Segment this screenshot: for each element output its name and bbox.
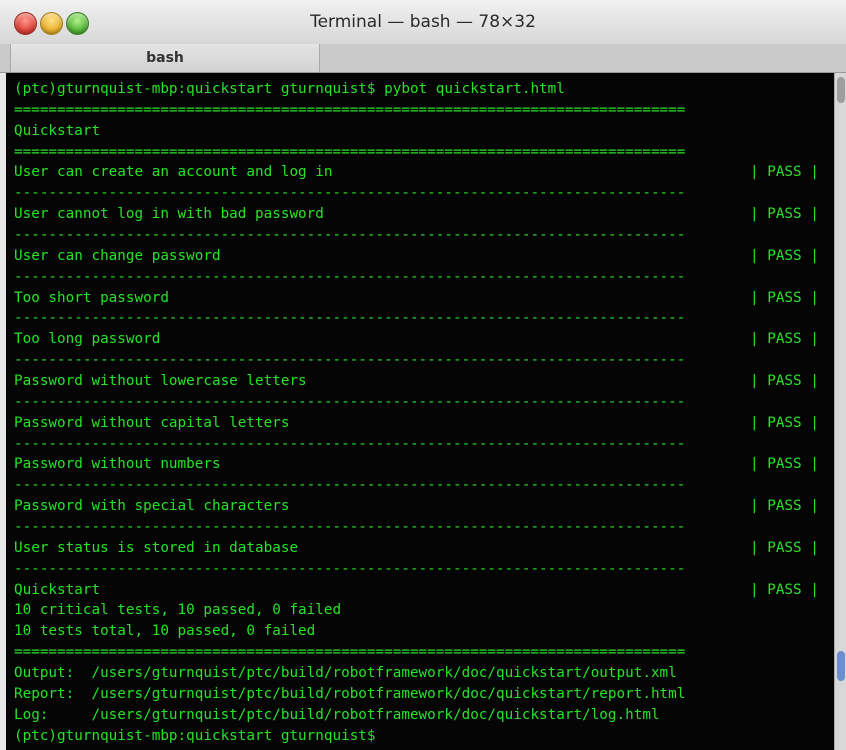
title-bar[interactable]: Terminal — bash — 78×32 — [0, 0, 846, 45]
scroll-thumb[interactable] — [837, 77, 845, 103]
test-name: Password with special characters — [14, 498, 290, 515]
single-rule: ----------------------------------------… — [14, 560, 686, 577]
test-name: Password without lowercase letters — [14, 373, 307, 390]
single-rule: ----------------------------------------… — [14, 352, 686, 369]
test-status: | PASS | — [750, 164, 819, 181]
single-rule: ----------------------------------------… — [14, 435, 686, 452]
output-path: Output: /users/gturnquist/ptc/build/robo… — [14, 665, 677, 682]
test-status: | PASS | — [750, 331, 819, 348]
test-name: User can create an account and log in — [14, 164, 333, 181]
scroll-indicator — [837, 651, 845, 681]
suite-result-row: Quickstart | PASS | — [14, 580, 834, 601]
single-rule: ----------------------------------------… — [14, 185, 686, 202]
test-name: Too short password — [14, 289, 169, 306]
single-rule: ----------------------------------------… — [14, 268, 686, 285]
double-rule: ========================================… — [14, 644, 686, 661]
test-status: | PASS | — [750, 289, 819, 306]
report-path: Report: /users/gturnquist/ptc/build/robo… — [14, 685, 686, 702]
test-status: | PASS | — [750, 247, 819, 264]
test-name: Too long password — [14, 331, 161, 348]
test-row: Password with special characters | PASS | — [14, 496, 834, 517]
log-path: Log: /users/gturnquist/ptc/build/robotfr… — [14, 706, 660, 723]
test-status: | PASS | — [750, 539, 819, 556]
test-row: Password without lowercase letters | PASS… — [14, 371, 834, 392]
test-name: Password without capital letters — [14, 414, 290, 431]
summary-critical: 10 critical tests, 10 passed, 0 failed — [14, 602, 342, 619]
final-prompt: (ptc)gturnquist-mbp:quickstart gturnquis… — [14, 727, 376, 744]
test-row: Password without capital letters | PASS | — [14, 413, 834, 434]
test-row: User status is stored in database | PASS … — [14, 538, 834, 559]
test-name: User status is stored in database — [14, 539, 299, 556]
test-status: | PASS | — [750, 498, 819, 515]
test-row: User cannot log in with bad password | PA… — [14, 204, 834, 225]
tab-bar: bash — [0, 44, 846, 73]
single-rule: ----------------------------------------… — [14, 477, 686, 494]
suite-header: Quickstart — [14, 122, 101, 139]
terminal-window: Terminal — bash — 78×32 bash (ptc)gturnq… — [0, 0, 846, 750]
test-name: User cannot log in with bad password — [14, 206, 324, 223]
suite-result-name: Quickstart — [14, 581, 101, 598]
double-rule: ========================================… — [14, 101, 686, 118]
tab-bash[interactable]: bash — [10, 44, 320, 72]
window-title: Terminal — bash — 78×32 — [310, 12, 536, 32]
test-row: Password without numbers | PASS | — [14, 454, 834, 475]
test-row: User can change password | PASS | — [14, 246, 834, 267]
vertical-scrollbar[interactable] — [834, 73, 846, 750]
test-name: User can change password — [14, 247, 221, 264]
test-row: Too short password | PASS | — [14, 288, 834, 309]
test-name: Password without numbers — [14, 456, 221, 473]
test-row: Too long password | PASS | — [14, 329, 834, 350]
command-line: (ptc)gturnquist-mbp:quickstart gturnquis… — [14, 81, 565, 97]
suite-result-status: | PASS | — [750, 581, 819, 598]
single-rule: ----------------------------------------… — [14, 519, 686, 536]
single-rule: ----------------------------------------… — [14, 393, 686, 410]
single-rule: ----------------------------------------… — [14, 227, 686, 244]
test-status: | PASS | — [750, 456, 819, 473]
double-rule: ========================================… — [14, 143, 686, 160]
single-rule: ----------------------------------------… — [14, 310, 686, 327]
test-status: | PASS | — [750, 414, 819, 431]
output-lines: (ptc)gturnquist-mbp:quickstart gturnquis… — [14, 79, 834, 747]
terminal-output[interactable]: (ptc)gturnquist-mbp:quickstart gturnquis… — [6, 73, 834, 750]
summary-total: 10 tests total, 10 passed, 0 failed — [14, 623, 316, 640]
test-status: | PASS | — [750, 373, 819, 390]
test-row: User can create an account and log in | P… — [14, 162, 834, 183]
test-status: | PASS | — [750, 206, 819, 223]
